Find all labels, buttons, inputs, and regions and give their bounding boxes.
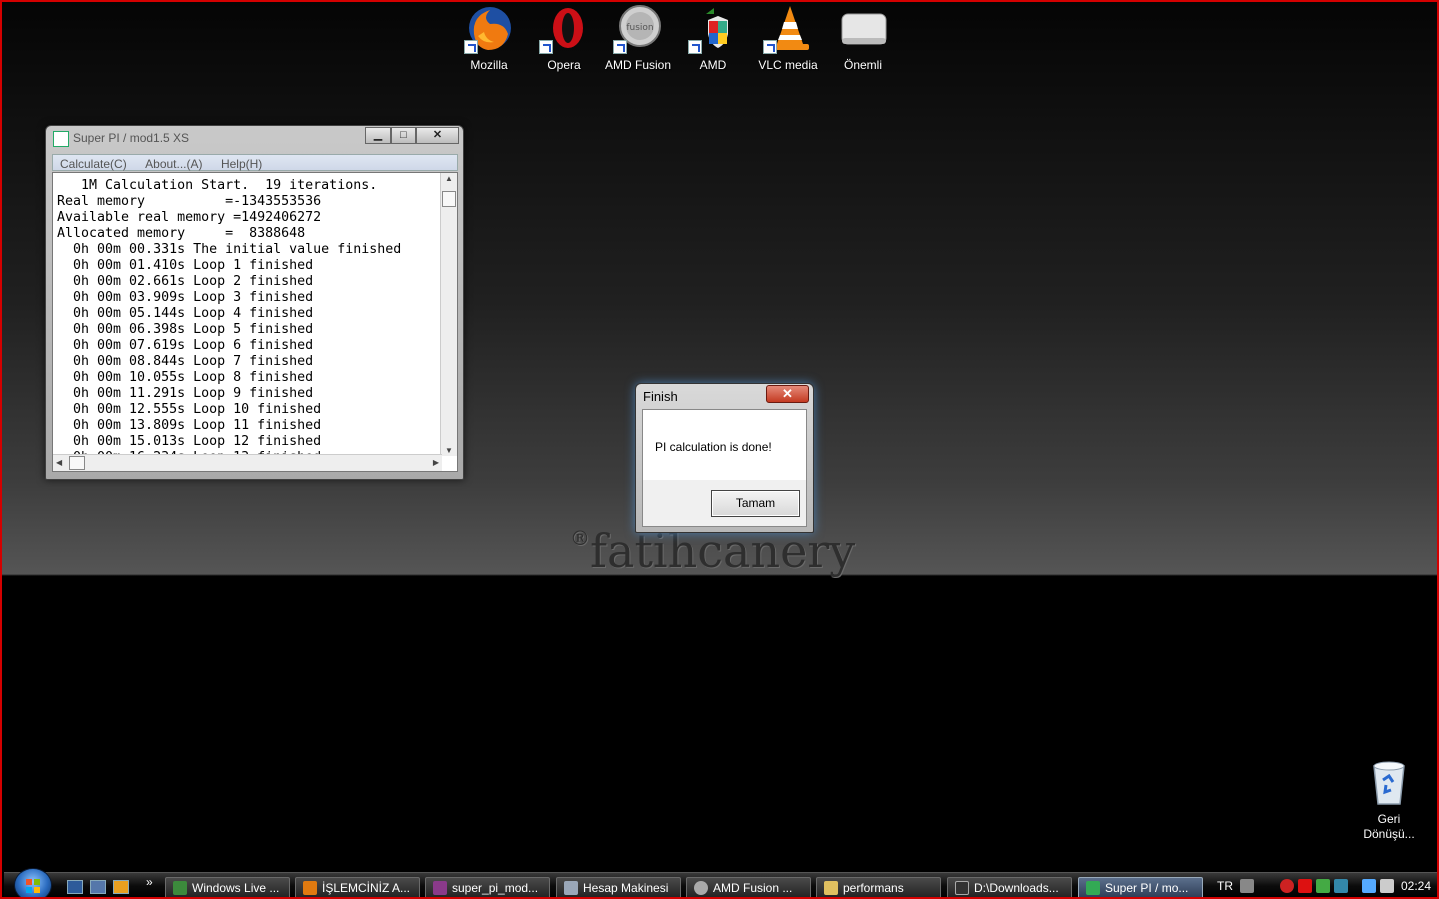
desktop-icon-onemli[interactable]: Önemli — [825, 4, 901, 73]
minimize-button[interactable]: ▁ — [365, 127, 391, 144]
security-alert-icon[interactable] — [1280, 879, 1294, 893]
desktop-icon-label: Önemli — [843, 58, 882, 72]
vlc-cone-icon — [763, 4, 813, 54]
desktop-icon-label: AMD Fusion — [604, 58, 672, 72]
sidebar-icon[interactable] — [1334, 879, 1348, 893]
close-button[interactable]: ✕ — [416, 127, 459, 144]
desktop-icon-label: AMD — [699, 58, 727, 72]
windows-live-icon — [173, 881, 187, 895]
taskbar-button[interactable]: Windows Live ... — [165, 877, 290, 897]
taskbar: » Windows Live ... İŞLEMCİNİZ A... super… — [4, 868, 1437, 897]
windows-logo-icon — [26, 879, 40, 893]
ati-icon[interactable] — [1298, 879, 1312, 893]
recycle-bin-label-1: Geri — [1377, 812, 1401, 826]
switch-windows-icon[interactable] — [90, 880, 106, 894]
dialog-message: PI calculation is done! — [655, 440, 772, 454]
media-player-icon[interactable] — [113, 880, 129, 894]
scroll-thumb[interactable] — [442, 191, 456, 207]
opera-icon — [539, 4, 589, 54]
menu-calculate[interactable]: Calculate(C) — [53, 156, 134, 172]
amd-shield-icon — [688, 4, 738, 54]
desktop-icon-opera[interactable]: Opera — [526, 4, 602, 73]
recycle-bin-label-2: Dönüşü... — [1363, 827, 1415, 841]
amd-fusion-icon: fusion — [613, 4, 663, 54]
recycle-bin[interactable]: Geri Dönüşü... — [1358, 760, 1420, 842]
firefox-icon — [464, 4, 514, 54]
taskbar-button[interactable]: super_pi_mod... — [425, 877, 550, 897]
desktop-icon-amd[interactable]: AMD — [675, 4, 751, 73]
recycle-bin-icon — [1371, 760, 1407, 806]
start-button[interactable] — [14, 868, 52, 897]
taskbar-button[interactable]: D:\Downloads... — [947, 877, 1072, 897]
language-indicator[interactable]: TR — [1217, 879, 1233, 893]
dialog-title: Finish — [643, 389, 678, 404]
taskbar-button[interactable]: performans — [816, 877, 941, 897]
finish-dialog: Finish ✕ PI calculation is done! Tamam — [635, 383, 814, 533]
desktop: Mozilla Opera fusion AMD Fusion AMD VLC … — [0, 0, 1439, 899]
menu-help[interactable]: Help(H) — [214, 156, 269, 172]
folder-icon — [824, 881, 838, 895]
superpi-app-icon — [53, 131, 69, 147]
superpi-icon — [1086, 881, 1100, 895]
mac-mini-icon — [838, 4, 888, 54]
horizontal-scrollbar[interactable]: ◀ ▶ — [53, 454, 442, 471]
winrar-icon — [433, 881, 447, 895]
output-area[interactable]: 1M Calculation Start. 19 iterations. Rea… — [52, 172, 458, 472]
amd-fusion-icon — [694, 881, 708, 895]
desktop-icon-label: VLC media — [758, 58, 818, 72]
desktop-icon-mozilla[interactable]: Mozilla — [451, 4, 527, 73]
svg-text:fusion: fusion — [626, 23, 653, 33]
cmd-icon — [955, 881, 969, 895]
messenger-icon[interactable] — [1316, 879, 1330, 893]
menubar: Calculate(C) About...(A) Help(H) — [52, 154, 458, 171]
superpi-title: Super PI / mod1.5 XS — [73, 131, 190, 145]
dialog-body: PI calculation is done! Tamam — [642, 409, 807, 527]
show-desktop-icon[interactable] — [67, 880, 83, 894]
desktop-icon-label: Opera — [547, 58, 581, 72]
desktop-icon-label: Mozilla — [470, 58, 508, 72]
calculator-icon — [564, 881, 578, 895]
volume-icon[interactable] — [1380, 879, 1394, 893]
maximize-button[interactable]: □ — [391, 127, 416, 144]
taskbar-button[interactable]: Hesap Makinesi — [556, 877, 681, 897]
menu-about[interactable]: About...(A) — [138, 156, 209, 172]
superpi-window: Super PI / mod1.5 XS ▁ □ ✕ Calculate(C) … — [45, 125, 464, 480]
scroll-thumb[interactable] — [69, 456, 85, 470]
clock[interactable]: 02:24 — [1401, 879, 1431, 893]
taskbar-button-active[interactable]: Super PI / mo... — [1078, 877, 1203, 897]
calculation-log: 1M Calculation Start. 19 iterations. Rea… — [57, 178, 402, 465]
ok-button[interactable]: Tamam — [711, 490, 800, 517]
desktop-icon-amd-fusion[interactable]: fusion AMD Fusion — [600, 4, 676, 73]
keyboard-icon[interactable] — [1240, 879, 1254, 893]
dialog-close-button[interactable]: ✕ — [766, 385, 809, 403]
desktop-icon-vlc[interactable]: VLC media — [750, 4, 826, 73]
quicklaunch-chevron[interactable]: » — [146, 875, 153, 889]
vertical-scrollbar[interactable]: ▲ ▼ — [440, 173, 457, 456]
network-icon[interactable] — [1362, 879, 1376, 893]
taskbar-button[interactable]: İŞLEMCİNİZ A... — [295, 877, 420, 897]
firefox-icon — [303, 881, 317, 895]
taskbar-button[interactable]: AMD Fusion ... — [686, 877, 811, 897]
